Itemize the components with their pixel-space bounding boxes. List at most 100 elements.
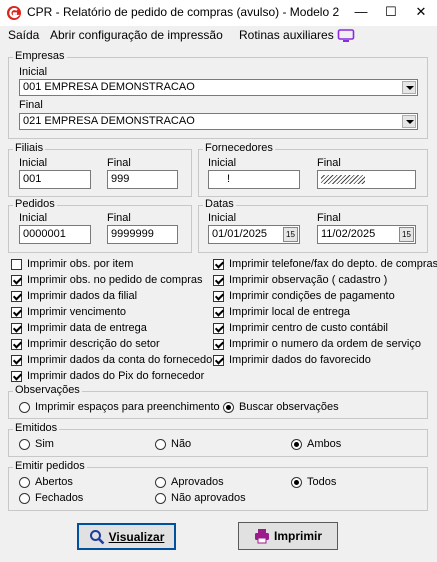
menu-abrir-configuracao[interactable]: Abrir configuração de impressão bbox=[50, 28, 223, 42]
check-right-checkbox-label-4[interactable]: Imprimir centro de custo contábil bbox=[229, 322, 388, 334]
emitir-nao-aprovados-label[interactable]: Não aprovados bbox=[171, 492, 246, 504]
window-title: CPR - Relatório de pedido de compras (av… bbox=[27, 5, 340, 19]
visualizar-label: Visualizar bbox=[108, 529, 165, 544]
observacoes-preenchimento-label[interactable]: Imprimir espaços para preenchimento bbox=[35, 401, 220, 413]
check-left-checkbox-1[interactable] bbox=[11, 275, 22, 286]
check-left-checkbox-label-1[interactable]: Imprimir obs. no pedido de compras bbox=[27, 274, 202, 286]
calendar-icon[interactable]: 15 bbox=[283, 227, 298, 242]
check-right-checkbox-3[interactable] bbox=[213, 307, 224, 318]
filiais-final-label: Final bbox=[107, 157, 131, 169]
pedidos-legend: Pedidos bbox=[13, 198, 57, 210]
check-right-checkbox-label-6[interactable]: Imprimir dados do favorecido bbox=[229, 354, 371, 366]
emitidos-sim-label[interactable]: Sim bbox=[35, 438, 54, 450]
emitir-abertos-radio[interactable] bbox=[19, 477, 30, 488]
check-left-checkbox-3[interactable] bbox=[11, 307, 22, 318]
datas-inicial-label: Inicial bbox=[208, 212, 237, 224]
filial-final-input[interactable]: 999 bbox=[107, 170, 178, 189]
empresa-inicial-value: 001 EMPRESA DEMONSTRACAO bbox=[23, 81, 195, 93]
menu-rotinas-auxiliares[interactable]: Rotinas auxiliares bbox=[239, 28, 334, 42]
check-right-checkbox-1[interactable] bbox=[213, 275, 224, 286]
observacoes-preenchimento-radio[interactable] bbox=[19, 402, 30, 413]
check-right-checkbox-6[interactable] bbox=[213, 355, 224, 366]
fornecedor-final-input[interactable] bbox=[317, 170, 416, 189]
check-right-checkbox-label-3[interactable]: Imprimir local de entrega bbox=[229, 306, 350, 318]
pedido-inicial-value: 0000001 bbox=[23, 228, 66, 240]
pedidos-final-label: Final bbox=[107, 212, 131, 224]
visualizar-button[interactable]: Visualizar bbox=[77, 523, 176, 550]
check-left-checkbox-label-3[interactable]: Imprimir vencimento bbox=[27, 306, 126, 318]
emitir-fechados-radio[interactable] bbox=[19, 493, 30, 504]
fornecedor-inicial-value: ! bbox=[227, 173, 231, 185]
check-left-checkbox-4[interactable] bbox=[11, 323, 22, 334]
check-left-checkbox-2[interactable] bbox=[11, 291, 22, 302]
emitidos-sim-radio[interactable] bbox=[19, 439, 30, 450]
maximize-button[interactable]: ☐ bbox=[376, 0, 406, 26]
emitidos-ambos-radio[interactable] bbox=[291, 439, 302, 450]
menu-bar: Saída Abrir configuração de impressão Ro… bbox=[0, 26, 437, 46]
emitidos-legend: Emitidos bbox=[13, 422, 60, 434]
chevron-down-icon[interactable] bbox=[402, 81, 416, 94]
title-bar: CPR - Relatório de pedido de compras (av… bbox=[0, 0, 437, 26]
chevron-down-icon[interactable] bbox=[402, 115, 416, 128]
empresa-final-select[interactable]: 021 EMPRESA DEMONSTRACAO bbox=[19, 113, 418, 130]
imprimir-label: Imprimir bbox=[273, 529, 322, 543]
filiais-inicial-label: Inicial bbox=[19, 157, 48, 169]
check-left-checkbox-0[interactable] bbox=[11, 259, 22, 270]
emitidos-nao-label[interactable]: Não bbox=[171, 438, 191, 450]
check-right-checkbox-label-5[interactable]: Imprimir o numero da ordem de serviço bbox=[229, 338, 421, 350]
check-left-checkbox-label-4[interactable]: Imprimir data de entrega bbox=[27, 322, 147, 334]
check-right-checkbox-4[interactable] bbox=[213, 323, 224, 334]
data-inicial-value: 01/01/2025 bbox=[212, 228, 268, 240]
filiais-legend: Filiais bbox=[13, 142, 46, 154]
check-left-checkbox-label-7[interactable]: Imprimir dados do Pix do fornecedor bbox=[27, 370, 204, 382]
monitor-icon[interactable] bbox=[337, 29, 355, 43]
filial-inicial-value: 001 bbox=[23, 173, 42, 185]
observacoes-buscar-radio[interactable] bbox=[223, 402, 234, 413]
imprimir-button[interactable]: Imprimir bbox=[238, 522, 338, 550]
emitidos-nao-radio[interactable] bbox=[155, 439, 166, 450]
check-left-checkbox-label-5[interactable]: Imprimir descrição do setor bbox=[27, 338, 160, 350]
pedido-final-value: 9999999 bbox=[111, 228, 154, 240]
empresa-final-value: 021 EMPRESA DEMONSTRACAO bbox=[23, 115, 195, 127]
emitir-todos-label[interactable]: Todos bbox=[307, 476, 336, 488]
check-left-checkbox-label-6[interactable]: Imprimir dados da conta do fornecedor bbox=[27, 354, 216, 366]
pedido-inicial-input[interactable]: 0000001 bbox=[19, 225, 91, 244]
app-logo-icon bbox=[6, 5, 22, 21]
fornecedor-inicial-input[interactable]: ! bbox=[208, 170, 300, 189]
empresa-inicial-select[interactable]: 001 EMPRESA DEMONSTRACAO bbox=[19, 79, 418, 96]
check-right-checkbox-0[interactable] bbox=[213, 259, 224, 270]
close-button[interactable]: ✕ bbox=[406, 0, 436, 26]
check-left-checkbox-label-2[interactable]: Imprimir dados da filial bbox=[27, 290, 137, 302]
emitir-todos-radio[interactable] bbox=[291, 477, 302, 488]
check-right-checkbox-label-2[interactable]: Imprimir condições de pagamento bbox=[229, 290, 395, 302]
data-final-input[interactable]: 11/02/2025 15 bbox=[317, 225, 416, 244]
pedido-final-input[interactable]: 9999999 bbox=[107, 225, 178, 244]
printer-icon bbox=[254, 529, 269, 544]
emitidos-ambos-label[interactable]: Ambos bbox=[307, 438, 341, 450]
emitir-aprovados-radio[interactable] bbox=[155, 477, 166, 488]
filial-inicial-input[interactable]: 001 bbox=[19, 170, 91, 189]
check-left-checkbox-label-0[interactable]: Imprimir obs. por item bbox=[27, 258, 133, 270]
calendar-icon[interactable]: 15 bbox=[399, 227, 414, 242]
check-left-checkbox-5[interactable] bbox=[11, 339, 22, 350]
filial-final-value: 999 bbox=[111, 173, 130, 185]
emitir-abertos-label[interactable]: Abertos bbox=[35, 476, 73, 488]
check-right-checkbox-label-0[interactable]: Imprimir telefone/fax do depto. de compr… bbox=[229, 258, 437, 270]
check-left-checkbox-6[interactable] bbox=[11, 355, 22, 366]
minimize-button[interactable]: — bbox=[346, 0, 376, 26]
check-right-checkbox-5[interactable] bbox=[213, 339, 224, 350]
observacoes-legend: Observações bbox=[13, 384, 82, 396]
hatched-value-marker bbox=[321, 175, 365, 184]
datas-legend: Datas bbox=[203, 198, 236, 210]
check-right-checkbox-2[interactable] bbox=[213, 291, 224, 302]
emitir-fechados-label[interactable]: Fechados bbox=[35, 492, 83, 504]
empresas-final-label: Final bbox=[19, 99, 43, 111]
emitir-nao-aprovados-radio[interactable] bbox=[155, 493, 166, 504]
check-right-checkbox-label-1[interactable]: Imprimir observação ( cadastro ) bbox=[229, 274, 387, 286]
emitir-pedidos-group: Emitir pedidos bbox=[8, 460, 428, 511]
check-left-checkbox-7[interactable] bbox=[11, 371, 22, 382]
observacoes-buscar-label[interactable]: Buscar observações bbox=[239, 401, 339, 413]
menu-saida[interactable]: Saída bbox=[8, 28, 39, 42]
emitir-aprovados-label[interactable]: Aprovados bbox=[171, 476, 224, 488]
data-inicial-input[interactable]: 01/01/2025 15 bbox=[208, 225, 300, 244]
